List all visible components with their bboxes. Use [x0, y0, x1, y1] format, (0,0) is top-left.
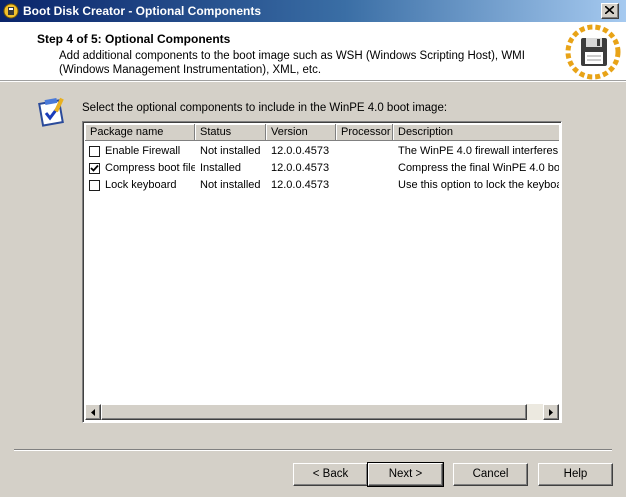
- processor-cell: [341, 143, 393, 160]
- column-package-name[interactable]: Package name: [85, 124, 195, 141]
- cancel-button[interactable]: Cancel: [453, 463, 528, 486]
- package-name-cell: Compress boot file: [105, 162, 195, 174]
- status-cell: Not installed: [200, 145, 261, 157]
- floppy-disk-logo-icon: [565, 24, 621, 80]
- description-cell: Compress the final WinPE 4.0 boot: [398, 162, 559, 174]
- status-cell: Installed: [200, 162, 241, 174]
- close-icon: [605, 6, 614, 14]
- processor-cell: [341, 160, 393, 177]
- title-bar[interactable]: Boot Disk Creator - Optional Components: [0, 0, 626, 22]
- version-cell: 12.0.0.4573: [271, 162, 330, 174]
- footer-separator: [14, 449, 612, 451]
- compress-boot-file-checkbox[interactable]: [89, 163, 100, 174]
- column-processor[interactable]: Processor: [336, 124, 393, 141]
- table-row[interactable]: Compress boot file Installed 12.0.0.4573…: [85, 160, 559, 177]
- close-button[interactable]: [601, 3, 619, 19]
- table-row[interactable]: Enable Firewall Not installed 12.0.0.457…: [85, 143, 559, 160]
- column-version[interactable]: Version: [266, 124, 336, 141]
- instruction-text: Select the optional components to includ…: [82, 102, 448, 114]
- arrow-left-icon: [91, 409, 95, 416]
- header-separator: [0, 81, 626, 82]
- horizontal-scrollbar[interactable]: [85, 404, 559, 420]
- step-description: Add additional components to the boot im…: [59, 50, 525, 76]
- boot-disk-icon: [3, 3, 19, 19]
- components-list[interactable]: Package name Status Version Processor De…: [82, 121, 562, 423]
- back-button[interactable]: < Back: [293, 463, 368, 486]
- scrollbar-thumb[interactable]: [101, 404, 527, 420]
- column-status[interactable]: Status: [195, 124, 266, 141]
- version-cell: 12.0.0.4573: [271, 145, 330, 157]
- wizard-header: Step 4 of 5: Optional Components Add add…: [0, 22, 626, 81]
- step-title: Step 4 of 5: Optional Components: [37, 32, 231, 46]
- list-header: Package name Status Version Processor De…: [85, 124, 559, 141]
- version-cell: 12.0.0.4573: [271, 179, 330, 191]
- scroll-right-button[interactable]: [543, 404, 559, 420]
- help-button[interactable]: Help: [538, 463, 613, 486]
- next-button[interactable]: Next >: [367, 462, 444, 487]
- table-row[interactable]: Lock keyboard Not installed 12.0.0.4573 …: [85, 177, 559, 194]
- next-button-label: Next >: [388, 468, 423, 480]
- enable-firewall-checkbox[interactable]: [89, 146, 100, 157]
- window-title: Boot Disk Creator - Optional Components: [23, 4, 262, 18]
- checkmark-icon: [90, 164, 99, 172]
- lock-keyboard-checkbox[interactable]: [89, 180, 100, 191]
- arrow-right-icon: [549, 409, 553, 416]
- scroll-left-button[interactable]: [85, 404, 101, 420]
- clipboard-check-icon: [38, 97, 64, 127]
- package-name-cell: Lock keyboard: [105, 179, 177, 191]
- description-cell: The WinPE 4.0 firewall interferes w: [398, 145, 559, 157]
- processor-cell: [341, 177, 393, 194]
- wizard-window: Boot Disk Creator - Optional Components …: [0, 0, 626, 497]
- column-description[interactable]: Description: [393, 124, 559, 141]
- status-cell: Not installed: [200, 179, 261, 191]
- package-name-cell: Enable Firewall: [105, 145, 181, 157]
- description-cell: Use this option to lock the keyboar: [398, 179, 559, 191]
